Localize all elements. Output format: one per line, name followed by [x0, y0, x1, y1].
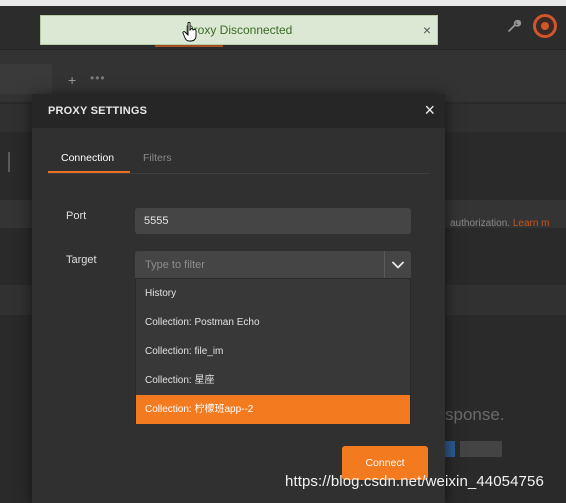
request-tab[interactable]: [0, 64, 52, 94]
proxy-settings-modal: PROXY SETTINGS × Connection Filters Port…: [32, 94, 445, 503]
dropdown-option-history[interactable]: History: [136, 279, 410, 308]
more-tabs-button[interactable]: •••: [90, 71, 106, 85]
dropdown-option-file-im[interactable]: Collection: file_im: [136, 337, 410, 366]
modal-header: PROXY SETTINGS ×: [32, 94, 445, 128]
response-placeholder: sponse.: [445, 405, 505, 424]
toast-close-icon[interactable]: ×: [423, 21, 431, 39]
authorization-hint-text: authorization.: [450, 218, 511, 229]
target-filter-placeholder[interactable]: Type to filter: [145, 259, 205, 271]
background-secondary-button[interactable]: [460, 441, 502, 457]
proxy-status-toast: Proxy Disconnected ×: [40, 15, 438, 45]
sidebar-marker: [8, 152, 10, 172]
learn-more-link[interactable]: Learn m: [513, 218, 550, 229]
tab-connection[interactable]: Connection: [61, 152, 114, 164]
authorization-hint: authorization. Learn m: [450, 218, 550, 229]
dropdown-option-xingzuo[interactable]: Collection: 星座: [136, 366, 410, 395]
target-dropdown-list: History Collection: Postman Echo Collect…: [135, 278, 411, 424]
modal-close-icon[interactable]: ×: [424, 101, 435, 119]
source-watermark: https://blog.csdn.net/weixin_44054756: [285, 473, 544, 490]
tab-divider: [48, 173, 430, 174]
new-tab-button[interactable]: +: [68, 72, 76, 88]
sync-status-icon[interactable]: [533, 14, 557, 38]
hand-cursor-icon: [182, 22, 197, 42]
port-label: Port: [66, 210, 87, 222]
toast-message: Proxy Disconnected: [185, 23, 293, 37]
dropdown-option-selected[interactable]: Collection: 柠檬班app--2: [136, 395, 410, 424]
target-dropdown-toggle[interactable]: [384, 251, 411, 278]
window-top-strip: [0, 0, 566, 6]
port-input[interactable]: [135, 208, 411, 234]
dropdown-option-postman-echo[interactable]: Collection: Postman Echo: [136, 308, 410, 337]
tab-filters[interactable]: Filters: [143, 152, 172, 164]
target-select[interactable]: Type to filter: [135, 251, 411, 278]
wrench-icon[interactable]: [506, 18, 522, 34]
target-label: Target: [66, 254, 97, 266]
chevron-down-icon: [392, 261, 404, 268]
modal-title: PROXY SETTINGS: [48, 105, 148, 117]
